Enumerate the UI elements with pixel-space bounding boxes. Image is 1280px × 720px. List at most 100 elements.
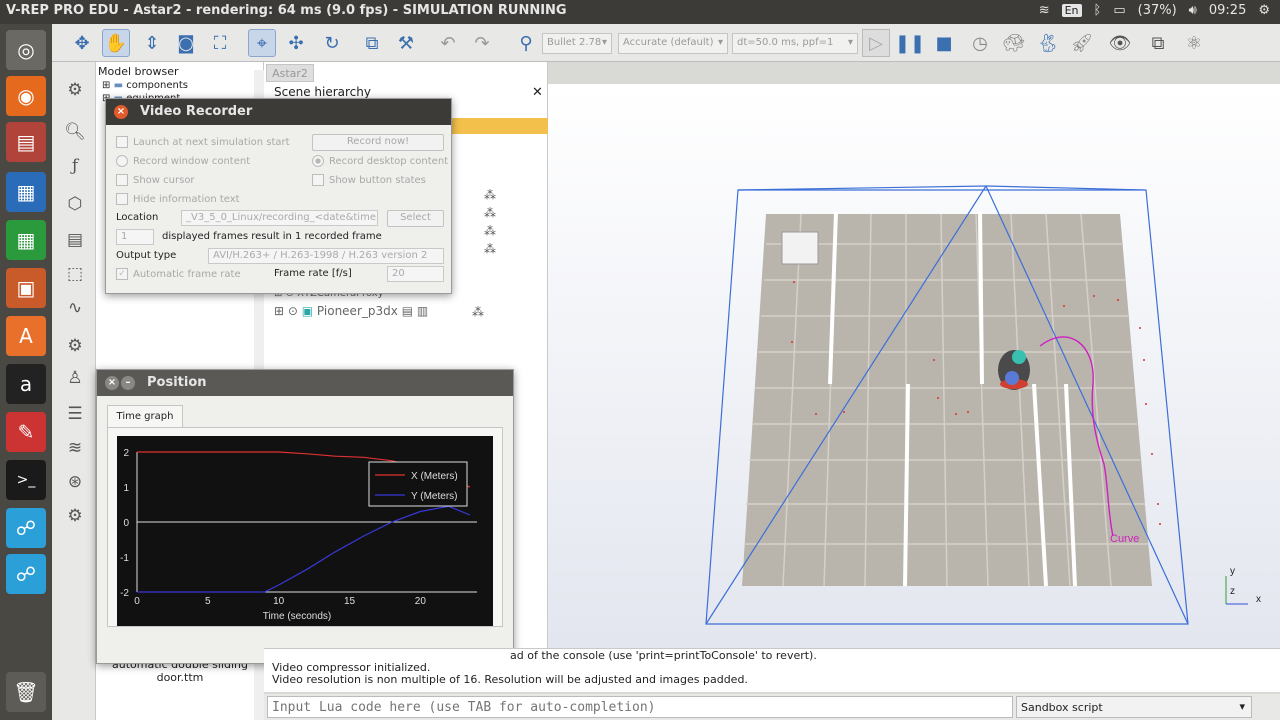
dynamics-icon[interactable]: ⚲: [512, 29, 540, 57]
play-icon[interactable]: ▷: [862, 29, 890, 57]
svg-text:z: z: [1230, 586, 1235, 597]
record-now-button[interactable]: Record now!: [312, 134, 444, 151]
scene-tab[interactable]: Astar2: [266, 64, 314, 82]
user-settings-icon[interactable]: ⚙: [60, 502, 90, 530]
trash-icon[interactable]: 🗑︎: [6, 672, 46, 712]
rotate-camera-icon[interactable]: ✋: [102, 29, 130, 57]
launch-checkbox[interactable]: Launch at next simulation start: [116, 136, 290, 148]
assembly-icon[interactable]: ⧉: [358, 29, 386, 57]
amazon-icon[interactable]: a: [6, 364, 46, 404]
axis-gizmo: yz x: [1225, 566, 1261, 605]
thread-rendering-icon[interactable]: 🚀︎: [1068, 29, 1096, 57]
location-field[interactable]: _V3_5_0_Linux/recording_<date&time>.*: [181, 210, 378, 226]
calculation-modules-icon[interactable]: 🔍︎: [60, 118, 90, 146]
ik-icon[interactable]: ♙: [60, 364, 90, 392]
selection-icon[interactable]: ▤: [60, 226, 90, 254]
scene-render[interactable]: Curve yz x: [548, 84, 1280, 648]
click-select-icon[interactable]: ⌖: [248, 29, 276, 57]
stop-icon[interactable]: ■: [930, 29, 958, 57]
object-rotate-icon[interactable]: ↻: [318, 29, 346, 57]
accuracy-select[interactable]: Accurate (default): [618, 33, 728, 54]
scene-selector-icon[interactable]: ⧉: [1144, 29, 1172, 57]
writer-icon[interactable]: ▦: [6, 172, 46, 212]
tree-item[interactable]: ⊞ ▬ components: [102, 80, 188, 91]
window-title: V-REP PRO EDU - Astar2 - rendering: 64 m…: [6, 3, 567, 18]
firefox-icon[interactable]: ◉: [6, 76, 46, 116]
timestep-select[interactable]: dt=50.0 ms, ppf=1: [732, 33, 858, 54]
script-icons[interactable]: ⁂ ⁂ ⁂ ⁂: [484, 186, 496, 258]
selected-row[interactable]: [444, 118, 548, 134]
svg-text:x: x: [1256, 594, 1261, 605]
video-recorder-icon[interactable]: ⊛: [60, 468, 90, 496]
camera-angle-icon[interactable]: ◙: [172, 29, 200, 57]
scripts-icon[interactable]: ƒ: [60, 152, 90, 180]
close-icon[interactable]: ×: [114, 105, 128, 119]
pause-icon[interactable]: ❚❚: [895, 29, 925, 57]
realtime-icon[interactable]: ◷: [966, 29, 994, 57]
calc-icon[interactable]: ▦: [6, 220, 46, 260]
software-center-icon[interactable]: A: [6, 316, 46, 356]
dialog-title: Video Recorder: [140, 104, 253, 119]
frame-rate-field[interactable]: 20: [387, 266, 444, 282]
bluetooth-icon[interactable]: ᛒ: [1094, 3, 1102, 18]
object-shift-icon[interactable]: ✣: [282, 29, 310, 57]
settings-icon[interactable]: ⚙: [1258, 3, 1270, 18]
x-tick-label: 15: [344, 596, 356, 607]
fit-view-icon[interactable]: ⛶: [206, 29, 234, 57]
object-properties-icon[interactable]: ⚙: [60, 76, 90, 104]
path-icon[interactable]: ∿: [60, 294, 90, 322]
legend-label: Y (Meters): [411, 491, 458, 502]
output-type-select[interactable]: AVI/H.263+ / H.263-1998 / H.263 version …: [208, 248, 444, 264]
undo-icon[interactable]: ↶: [434, 29, 462, 57]
slower-icon[interactable]: 🐢︎: [1000, 29, 1028, 57]
move-camera-icon[interactable]: ✥: [68, 29, 96, 57]
visualization-icon[interactable]: 👁︎: [1106, 29, 1134, 57]
system-tray: ≋ En ᛒ ▭ (37%) 🔊︎ 09:25 ⚙: [1039, 3, 1270, 18]
show-buttons-checkbox[interactable]: Show button states: [312, 174, 426, 186]
vrep-icon[interactable]: ☍: [6, 508, 46, 548]
volume-icon[interactable]: 🔊︎: [1189, 3, 1197, 18]
model-browser-toggle-icon[interactable]: ⬚: [60, 260, 90, 288]
system-settings-icon[interactable]: ✎: [6, 412, 46, 452]
select-button[interactable]: Select: [387, 210, 444, 227]
scene-view[interactable]: Curve yz x: [548, 84, 1280, 648]
close-icon[interactable]: ✕: [532, 85, 543, 100]
y-tick-label: 0: [123, 518, 129, 529]
transfer-dna-icon[interactable]: ⚒: [392, 29, 420, 57]
auto-frame-rate-checkbox[interactable]: ✓ Automatic frame rate: [116, 268, 241, 280]
wifi-icon[interactable]: ≋: [1039, 3, 1050, 18]
record-desktop-radio[interactable]: Record desktop content: [312, 155, 448, 167]
impress-icon[interactable]: ▣: [6, 268, 46, 308]
layers-icon[interactable]: ≋: [60, 434, 90, 462]
files-icon[interactable]: ▤: [6, 122, 46, 162]
minimize-icon[interactable]: –: [121, 376, 135, 390]
tree-item-pioneer[interactable]: ⊞ ⊙ ▣ Pioneer_p3dx ▤ ▥: [274, 304, 428, 318]
faster-icon[interactable]: 🐇︎: [1034, 29, 1062, 57]
terminal-icon[interactable]: >_: [6, 460, 46, 500]
frames-field[interactable]: 1: [116, 229, 154, 245]
time-graph-tab[interactable]: Time graph: [107, 405, 183, 427]
pages-icon[interactable]: ⚛: [1180, 29, 1208, 57]
record-window-radio[interactable]: Record window content: [116, 155, 250, 167]
script-select[interactable]: Sandbox script ▾: [1016, 696, 1252, 718]
position-chart: 210-1-20 5 10 15 20Time (seconds)X (Meters)Y…: [117, 436, 493, 626]
zoom-camera-icon[interactable]: ⇕: [138, 29, 166, 57]
ubuntu-search-icon[interactable]: ◎: [6, 30, 46, 70]
keyboard-layout[interactable]: En: [1061, 4, 1082, 17]
script-icon[interactable]: ⁂: [472, 305, 484, 319]
position-dialog: × – Position Time graph 2 1 0 -1 -2 0 5 10 15 20 T…: [96, 369, 514, 664]
show-cursor-checkbox[interactable]: Show cursor: [116, 174, 195, 186]
redo-icon[interactable]: ↷: [468, 29, 496, 57]
lua-input[interactable]: [267, 696, 1013, 718]
vrep-icon-2[interactable]: ☍: [6, 554, 46, 594]
battery-percent[interactable]: (37%): [1138, 3, 1177, 18]
graph-icon[interactable]: ⚙: [60, 332, 90, 360]
close-icon[interactable]: ×: [105, 376, 119, 390]
list-icon[interactable]: ☰: [60, 400, 90, 428]
battery-icon[interactable]: ▭: [1113, 3, 1125, 18]
robot: [998, 350, 1030, 390]
hide-info-checkbox[interactable]: Hide information text: [116, 193, 240, 205]
physics-engine-select[interactable]: Bullet 2.78: [542, 33, 612, 54]
collections-icon[interactable]: ⬡: [60, 190, 90, 218]
clock[interactable]: 09:25: [1209, 3, 1246, 18]
